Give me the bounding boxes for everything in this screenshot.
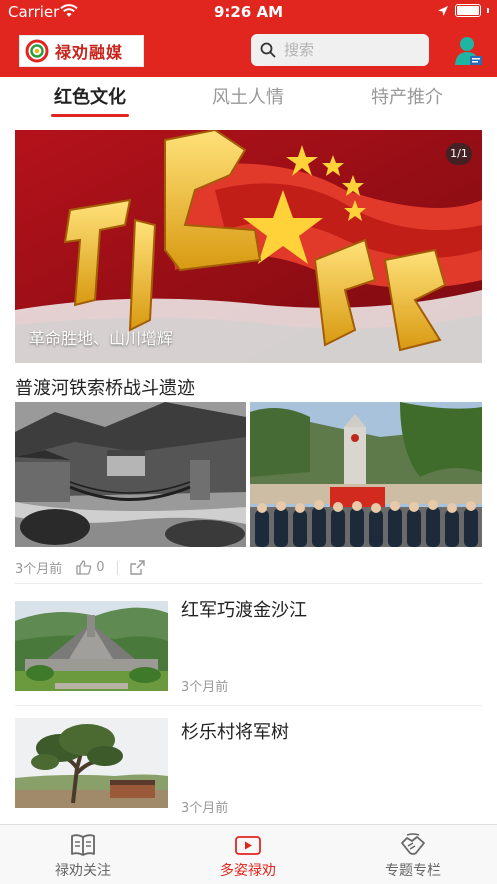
bottom-tab-bar: 禄劝关注 多姿禄劝 专题专栏 — [0, 824, 497, 884]
banner-page-indicator: 1/1 — [446, 143, 472, 165]
active-tab-indicator — [51, 114, 129, 117]
bridge-photo-image — [15, 402, 246, 547]
tab-local-customs[interactable]: 风土人情 — [188, 83, 308, 109]
share-icon[interactable] — [129, 560, 146, 575]
nav-label-1: 禄劝关注 — [55, 863, 111, 879]
list-article-time-2: 3个月前 — [181, 801, 229, 816]
jinsha-memorial-image — [15, 601, 168, 691]
list-article-image-2[interactable] — [15, 718, 168, 808]
search-icon — [260, 42, 276, 58]
general-tree-image — [15, 718, 168, 808]
monument-photo-image — [250, 402, 482, 547]
banner-carousel[interactable]: 革命胜地、山川增辉 1/1 — [15, 130, 482, 363]
tab-specialties[interactable]: 特产推介 — [347, 83, 467, 109]
status-bar: Carrier 9:26 AM — [0, 0, 497, 24]
app-logo[interactable]: 禄劝融媒 — [19, 35, 144, 67]
logo-mark-icon — [25, 39, 49, 63]
list-article-image-1[interactable] — [15, 601, 168, 691]
list-article-title-1[interactable]: 红军巧渡金沙江 — [181, 596, 307, 622]
handshake-icon — [401, 833, 425, 855]
location-arrow-icon — [438, 5, 448, 16]
clock: 9:26 AM — [213, 3, 284, 21]
banner-caption: 革命胜地、山川增辉 — [29, 329, 174, 348]
meta-separator — [116, 560, 118, 575]
battery-icon — [455, 4, 481, 17]
featured-article-likes: 0 — [96, 560, 105, 575]
logo-text: 禄劝融媒 — [55, 43, 124, 62]
list-article-title-2[interactable]: 杉乐村将军树 — [181, 718, 289, 744]
search-input[interactable] — [282, 40, 416, 60]
list-article-time-1: 3个月前 — [181, 680, 229, 695]
featured-article-meta: 3个月前 0 — [15, 558, 146, 577]
search-box[interactable] — [251, 34, 429, 66]
featured-photo-monument[interactable] — [250, 402, 482, 547]
thumbs-up-icon[interactable] — [76, 560, 92, 575]
status-right — [437, 4, 489, 17]
nav-special-column[interactable]: 专题专栏 — [348, 825, 478, 880]
divider — [15, 583, 482, 584]
featured-article-title[interactable]: 普渡河铁索桥战斗遗迹 — [15, 374, 195, 400]
featured-photo-bridge[interactable] — [15, 402, 246, 547]
nav-colorful-luquan[interactable]: 多姿禄劝 — [183, 825, 313, 880]
nav-label-3: 专题专栏 — [385, 863, 441, 879]
tab-red-culture[interactable]: 红色文化 — [30, 83, 150, 109]
nav-luquan-focus[interactable]: 禄劝关注 — [18, 825, 148, 880]
divider — [15, 705, 482, 706]
book-icon — [71, 834, 95, 856]
nav-label-2: 多姿禄劝 — [220, 863, 276, 879]
user-avatar-icon[interactable] — [452, 34, 484, 66]
featured-article-time: 3个月前 — [15, 562, 63, 577]
battery-tip — [487, 8, 489, 13]
video-icon — [235, 836, 261, 855]
